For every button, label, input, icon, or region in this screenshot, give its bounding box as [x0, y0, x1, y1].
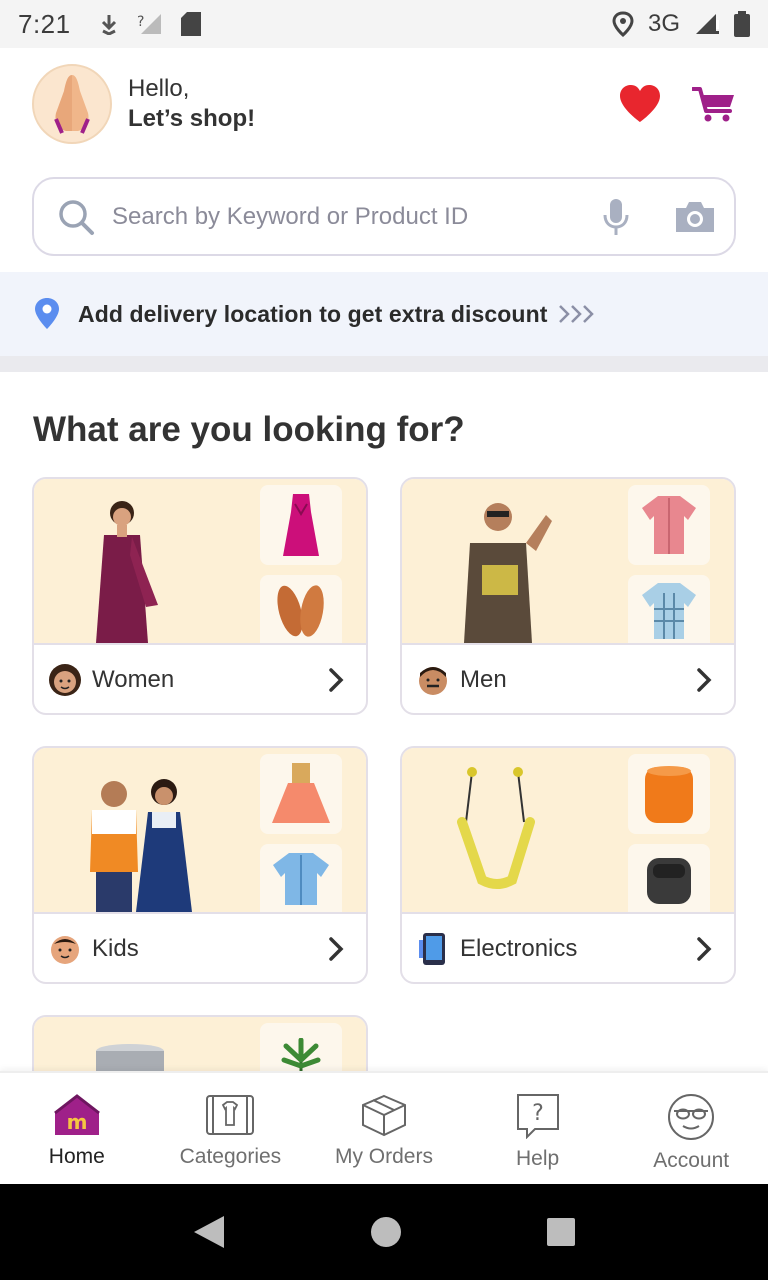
nav-help[interactable]: ? Help	[461, 1073, 615, 1184]
category-thumb	[628, 485, 710, 565]
earbuds-case-icon	[647, 858, 691, 904]
triple-chevron-icon	[558, 305, 594, 323]
status-time: 7:21	[18, 8, 71, 39]
dress-icon	[283, 494, 319, 556]
chevron-right-icon	[697, 668, 712, 692]
nav-label: Categories	[179, 1145, 282, 1168]
greeting-subtitle: Let’s shop!	[128, 105, 256, 132]
folded-hands-icon	[54, 75, 90, 134]
status-bar: 7:21 ? 3G	[0, 0, 768, 48]
location-icon	[612, 11, 634, 37]
nav-label: Help	[515, 1147, 560, 1170]
baby-emoji-icon	[48, 932, 82, 966]
category-thumb	[260, 485, 342, 565]
category-card-women[interactable]: Women	[32, 477, 368, 715]
system-navigation-bar	[0, 1184, 768, 1280]
nav-label: Home	[48, 1145, 105, 1168]
category-label-row[interactable]: Women	[34, 643, 366, 713]
help-icon: ?	[516, 1094, 559, 1139]
greeting-hello: Hello,	[128, 75, 190, 102]
category-image	[402, 748, 734, 912]
shoes-icon	[277, 585, 324, 637]
avatar[interactable]	[32, 64, 112, 144]
chevron-right-icon	[329, 668, 344, 692]
battery-icon	[734, 11, 750, 37]
search-input[interactable]: Search by Keyword or Product ID	[32, 177, 736, 256]
woman-model-image	[96, 501, 158, 643]
section-title: What are you looking for?	[33, 410, 465, 449]
home-icon: m	[53, 1094, 100, 1135]
category-label: Women	[92, 666, 175, 693]
category-thumb	[628, 754, 710, 834]
categories-icon	[206, 1095, 255, 1135]
kids-model-image	[90, 779, 192, 912]
neckband-earphones-image	[457, 767, 535, 889]
category-label-row[interactable]: Kids	[34, 912, 366, 982]
chevron-right-icon	[329, 937, 344, 961]
category-card-kids[interactable]: Kids	[32, 746, 368, 984]
home-circle-icon[interactable]	[370, 1216, 402, 1248]
category-card-men[interactable]: Men	[400, 477, 736, 715]
frock-icon	[272, 763, 330, 823]
network-type: 3G	[647, 10, 680, 37]
speaker-icon	[645, 766, 693, 823]
nav-account[interactable]: Account	[614, 1073, 768, 1184]
search-placeholder: Search by Keyword or Product ID	[112, 202, 469, 230]
header: Hello, Let’s shop!	[32, 62, 736, 146]
category-thumb	[628, 844, 710, 912]
category-thumb	[260, 844, 342, 912]
svg-text:?: ?	[532, 1101, 544, 1126]
checked-shirt-icon	[642, 583, 696, 639]
search-actions	[602, 197, 716, 237]
kids-shirt-icon	[273, 853, 329, 905]
recents-icon[interactable]	[546, 1217, 576, 1247]
svg-text:m: m	[66, 1110, 87, 1134]
chevron-right-icon	[697, 937, 712, 961]
category-card-electronics[interactable]: Electronics	[400, 746, 736, 984]
greeting: Hello, Let’s shop!	[128, 74, 255, 134]
category-image	[402, 479, 734, 643]
category-label: Electronics	[460, 935, 578, 962]
category-thumb	[260, 575, 342, 643]
phone-icon	[416, 932, 450, 966]
category-thumb	[260, 754, 342, 834]
microphone-icon[interactable]	[602, 197, 630, 237]
nav-label: Account	[653, 1149, 730, 1172]
category-image	[34, 748, 366, 912]
cart-icon[interactable]	[692, 85, 736, 123]
category-image	[34, 479, 366, 643]
box-icon	[361, 1094, 406, 1137]
location-pin-icon	[35, 298, 59, 329]
back-icon[interactable]	[192, 1214, 226, 1250]
category-label-row[interactable]: Men	[402, 643, 734, 713]
delivery-text: Add delivery location to get extra disco…	[78, 300, 548, 327]
heart-icon[interactable]	[618, 84, 662, 124]
delivery-location-banner[interactable]: Add delivery location to get extra disco…	[0, 272, 768, 356]
category-label: Men	[460, 666, 507, 693]
man-model-image	[464, 503, 552, 643]
download-icon	[101, 15, 116, 35]
category-thumb	[628, 575, 710, 643]
camera-icon[interactable]	[674, 200, 716, 234]
account-icon	[668, 1094, 715, 1140]
shirt-icon	[642, 496, 696, 554]
header-actions	[618, 84, 736, 124]
man-emoji-icon	[416, 663, 450, 697]
signal-icon	[696, 14, 719, 34]
nav-my-orders[interactable]: My Orders	[307, 1073, 461, 1184]
section-divider	[0, 356, 768, 372]
bottom-navigation: m Home Categories My Orders ? Help Accou…	[0, 1071, 768, 1184]
category-label-row[interactable]: Electronics	[402, 912, 734, 982]
no-signal-icon: ?	[137, 14, 161, 34]
nav-label: My Orders	[334, 1145, 433, 1168]
sim-card-icon	[180, 12, 201, 36]
search-icon	[59, 199, 94, 235]
status-notification-icons: ?	[99, 12, 201, 36]
status-system-icons: 3G	[612, 10, 750, 38]
woman-emoji-icon	[48, 663, 82, 697]
svg-text:?: ?	[137, 14, 144, 30]
nav-home[interactable]: m Home	[0, 1073, 154, 1184]
nav-categories[interactable]: Categories	[154, 1073, 308, 1184]
category-label: Kids	[92, 935, 139, 962]
